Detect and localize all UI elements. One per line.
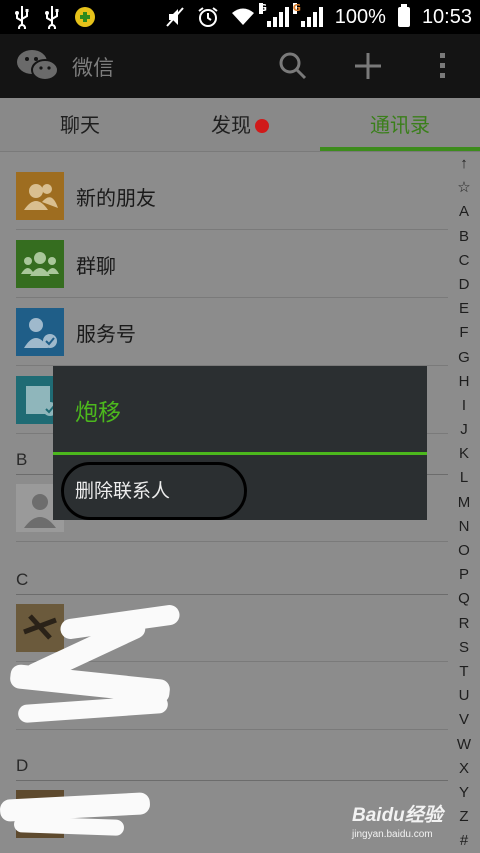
- alphabet-index[interactable]: ↑ ☆ A B C D E F G H I J K L M N O P Q R S T U V W X Y Z #: [452, 152, 476, 853]
- status-bar: G G 100% 10:53: [0, 0, 480, 34]
- index-letter[interactable]: W: [452, 733, 476, 757]
- index-letter[interactable]: L: [452, 466, 476, 490]
- app-title: 微信: [72, 56, 114, 80]
- index-letter[interactable]: R: [452, 612, 476, 636]
- index-letter[interactable]: A: [452, 200, 476, 224]
- action-bar: 微信: [0, 34, 480, 98]
- tab-label: 通讯录: [370, 113, 430, 137]
- status-bar-right: G G 100% 10:53: [165, 3, 472, 30]
- index-letter[interactable]: N: [452, 515, 476, 539]
- divider: [16, 729, 448, 730]
- divider: [16, 541, 448, 542]
- list-item-label: 群聊: [76, 254, 116, 278]
- usb-icon: [45, 6, 59, 29]
- dialog-title: 炮移: [75, 400, 121, 426]
- index-letter[interactable]: Q: [452, 587, 476, 611]
- section-header-b: B: [16, 450, 28, 469]
- index-letter[interactable]: #: [452, 829, 476, 853]
- index-letter[interactable]: G: [452, 346, 476, 370]
- tab-bar: 聊天 发现 通讯录: [0, 98, 480, 152]
- watermark-brand: Baidu经验: [352, 805, 443, 826]
- app-notification-icon: [75, 7, 95, 27]
- list-item-group-chat[interactable]: 群聊: [0, 230, 448, 298]
- search-icon[interactable]: [275, 48, 311, 84]
- clock-time: 10:53: [421, 6, 472, 28]
- index-letter[interactable]: C: [452, 249, 476, 273]
- new-friends-icon: [16, 172, 64, 220]
- list-item-label: 新的朋友: [76, 186, 156, 210]
- context-menu-dialog: 炮移 删除联系人: [53, 366, 427, 520]
- signal-icon: G: [292, 3, 323, 27]
- index-letter[interactable]: H: [452, 370, 476, 394]
- index-letter[interactable]: B: [452, 225, 476, 249]
- index-letter[interactable]: I: [452, 394, 476, 418]
- add-icon[interactable]: [350, 48, 386, 84]
- index-letter[interactable]: K: [452, 442, 476, 466]
- index-letter[interactable]: J: [452, 418, 476, 442]
- index-letter[interactable]: D: [452, 273, 476, 297]
- index-letter[interactable]: V: [452, 708, 476, 732]
- index-letter[interactable]: X: [452, 757, 476, 781]
- overflow-menu-icon[interactable]: [424, 48, 460, 84]
- dialog-title-divider: [53, 452, 427, 455]
- tab-label: 发现: [211, 113, 251, 137]
- tab-label: 聊天: [60, 113, 100, 137]
- index-letter[interactable]: ☆: [452, 176, 476, 200]
- list-item-service-accounts[interactable]: 服务号: [0, 298, 448, 366]
- service-account-icon: [16, 308, 64, 356]
- signal-icon: G: [258, 3, 289, 27]
- index-letter[interactable]: U: [452, 684, 476, 708]
- unread-badge: [255, 119, 269, 133]
- index-letter[interactable]: E: [452, 297, 476, 321]
- watermark-url: jingyan.baidu.com: [352, 829, 433, 840]
- tab-chats[interactable]: 聊天: [0, 98, 160, 152]
- section-header-c: C: [16, 570, 29, 589]
- index-letter[interactable]: F: [452, 321, 476, 345]
- mute-icon: [166, 7, 184, 27]
- contact-avatar: [16, 604, 64, 652]
- index-letter[interactable]: S: [452, 636, 476, 660]
- index-letter[interactable]: Y: [452, 781, 476, 805]
- wifi-icon: [231, 8, 254, 25]
- index-letter[interactable]: M: [452, 491, 476, 515]
- battery-percent: 100%: [334, 6, 386, 28]
- section-header-d: D: [16, 756, 29, 775]
- index-letter[interactable]: O: [452, 539, 476, 563]
- tab-contacts[interactable]: 通讯录: [320, 98, 480, 152]
- alarm-icon: [198, 7, 218, 27]
- battery-icon: [397, 4, 410, 27]
- index-letter[interactable]: Z: [452, 805, 476, 829]
- baidu-watermark: Baidu经验 jingyan.baidu.com: [352, 800, 443, 840]
- index-letter[interactable]: T: [452, 660, 476, 684]
- network-type-label: G: [258, 3, 267, 14]
- network-type-label: G: [292, 3, 301, 14]
- group-chat-icon: [16, 240, 64, 288]
- wechat-logo: [17, 50, 59, 81]
- index-letter[interactable]: ↑: [452, 152, 476, 176]
- list-item-new-friends[interactable]: 新的朋友: [0, 162, 448, 230]
- highlight-annotation: [61, 462, 247, 520]
- active-tab-indicator: [320, 147, 480, 151]
- status-bar-left: [14, 5, 96, 29]
- tab-discover[interactable]: 发现: [160, 98, 320, 152]
- list-item-label: 服务号: [76, 322, 136, 346]
- usb-icon: [15, 6, 29, 29]
- index-letter[interactable]: P: [452, 563, 476, 587]
